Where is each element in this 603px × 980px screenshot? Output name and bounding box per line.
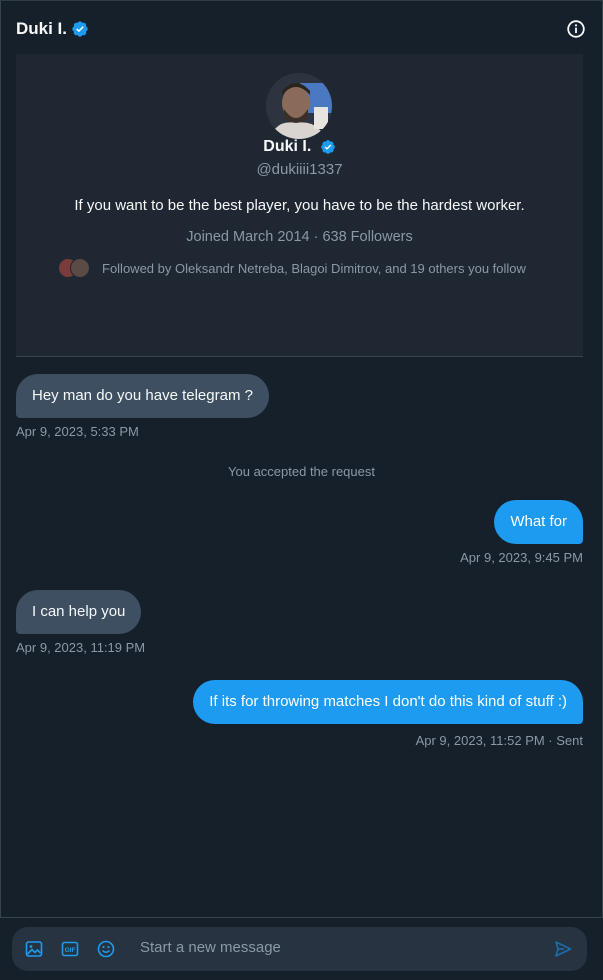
profile-avatar[interactable] [266,73,332,139]
message-bubble-incoming[interactable]: I can help you [16,590,142,634]
send-icon[interactable] [553,939,573,959]
message-bubble-outgoing[interactable]: What for [494,500,583,544]
verified-badge-icon [320,139,336,155]
profile-name-text: Duki I. [263,138,312,155]
message-timestamp: Apr 9, 2023, 11:19 PM [16,640,146,655]
followed-by-text: Followed by Oleksandr Netreba, Blagoi Di… [102,260,526,276]
followed-by[interactable]: Followed by Oleksandr Netreba, Blagoi Di… [58,258,526,278]
profile-bio: If you want to be the best player, you h… [74,197,525,214]
svg-text:GIF: GIF [65,947,76,954]
message-timestamp: Apr 9, 2023, 5:33 PM [16,424,139,439]
composer-bar: GIF Start a new message [0,917,603,980]
header-name[interactable]: Duki I. [16,19,67,39]
follower-avatar [70,258,90,278]
info-icon[interactable] [565,18,587,40]
verified-badge-icon [71,20,89,38]
message-timestamp: Apr 9, 2023, 11:52 PM · Sent [415,733,583,748]
conversation-header: Duki I. [16,16,587,42]
gif-icon[interactable]: GIF [60,939,80,959]
message-bubble-incoming[interactable]: Hey man do you have telegram ? [16,374,269,418]
image-icon[interactable] [24,939,44,959]
composer: GIF Start a new message [12,927,587,971]
message-bubble-outgoing[interactable]: If its for throwing matches I don't do t… [193,680,583,724]
message-timestamp: Apr 9, 2023, 9:45 PM [460,550,583,565]
profile-name: Duki I. [16,138,583,156]
emoji-icon[interactable] [96,939,116,959]
profile-handle: @dukiiii1337 [256,161,343,178]
system-notice: You accepted the request [228,464,375,479]
profile-joined: Joined March 2014 · 638 Followers [186,229,413,245]
profile-card[interactable]: Duki I. @dukiiii1337 If you want to be t… [16,54,583,357]
message-input[interactable]: Start a new message [140,939,281,956]
